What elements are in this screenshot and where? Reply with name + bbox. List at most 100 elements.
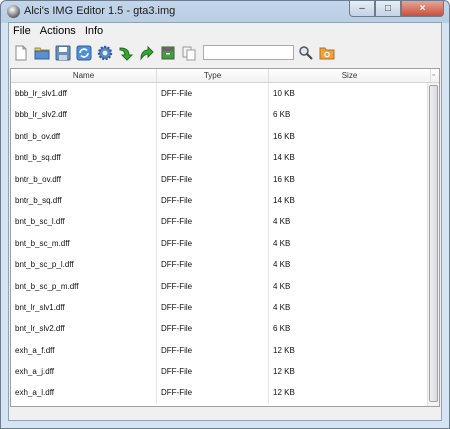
menu-info[interactable]: Info	[81, 23, 108, 40]
window-title: Alci's IMG Editor 1.5 - gta3.img	[24, 5, 176, 17]
cell-size: 14 KB	[273, 195, 295, 205]
table-row[interactable]: bbb_lr_slv2.dff DFF-File 6 KB	[11, 104, 428, 126]
import-button[interactable]	[117, 44, 134, 61]
cell-type: DFF-File	[157, 318, 269, 340]
search-folder-button[interactable]	[318, 44, 335, 61]
app-window: Alci's IMG Editor 1.5 - gta3.img – □ × F…	[0, 0, 450, 429]
table-row[interactable]: bntr_b_ov.dff DFF-File 16 KB	[11, 168, 428, 190]
cell-type: DFF-File	[157, 211, 269, 233]
menu-bar: File Actions Info	[9, 23, 441, 40]
cell-size: 12 KB	[273, 367, 295, 377]
cell-type: DFF-File	[157, 189, 269, 212]
cell-name: bnt_b_sc_l.dff	[11, 211, 157, 233]
menu-file[interactable]: File	[9, 23, 36, 40]
window-controls: – □ ×	[349, 1, 444, 18]
cell-size: 4 KB	[273, 238, 291, 248]
magnifier-icon	[298, 45, 313, 60]
table-row[interactable]: bntr_b_sq.dff DFF-File 14 KB	[11, 189, 428, 212]
search-button[interactable]	[297, 44, 314, 61]
gear-icon	[97, 45, 112, 60]
cell-name: bntr_b_ov.dff	[11, 168, 157, 190]
menu-actions[interactable]: Actions	[36, 23, 81, 40]
maximize-button[interactable]: □	[375, 1, 401, 17]
export-button[interactable]	[138, 44, 155, 61]
table-row[interactable]: bnt_b_sc_m.dff DFF-File 4 KB	[11, 232, 428, 255]
cell-type: DFF-File	[157, 125, 269, 148]
status-bar	[9, 409, 441, 420]
cell-type: DFF-File	[157, 382, 269, 404]
cell-size: 16 KB	[273, 174, 295, 184]
new-file-icon	[15, 45, 26, 60]
vertical-scrollbar[interactable]	[427, 83, 439, 406]
cell-name: bbb_lr_slv2.dff	[11, 104, 157, 126]
title-bar[interactable]: Alci's IMG Editor 1.5 - gta3.img – □ ×	[1, 1, 449, 22]
cell-size: 4 KB	[273, 281, 291, 291]
archive-icon	[161, 46, 174, 59]
table-row[interactable]: bnt_lr_slv1.dff DFF-File 4 KB	[11, 296, 428, 319]
refresh-icon	[76, 45, 91, 60]
save-button[interactable]	[54, 44, 71, 61]
cell-type: DFF-File	[157, 168, 269, 190]
cell-name: bntl_b_ov.dff	[11, 125, 157, 148]
cell-name: bntl_b_sq.dff	[11, 147, 157, 169]
cell-size: 4 KB	[273, 217, 291, 227]
cell-size: 4 KB	[273, 302, 291, 312]
cell-name: exh_a_l.dff	[11, 382, 157, 404]
refresh-button[interactable]	[75, 44, 92, 61]
open-folder-button[interactable]	[33, 44, 50, 61]
orange-folder-icon	[319, 47, 334, 59]
cell-type: DFF-File	[157, 147, 269, 169]
cell-size: 6 KB	[273, 324, 291, 334]
table-header: Name Type Size ▫	[11, 69, 439, 83]
client-area: File Actions Info Name Type Size ▫ bbb_l…	[8, 22, 442, 421]
cell-size: 10 KB	[273, 89, 295, 98]
cell-type: DFF-File	[157, 275, 269, 297]
cell-name: bnt_lr_slv1.dff	[11, 296, 157, 319]
green-arrow-down-icon	[119, 46, 133, 61]
scrollbar-thumb[interactable]	[429, 85, 438, 402]
cell-size: 12 KB	[273, 388, 295, 398]
table-row[interactable]: bbb_lr_slv1.dff DFF-File 10 KB	[11, 83, 428, 105]
copy-icon	[182, 46, 195, 60]
cell-type: DFF-File	[157, 254, 269, 276]
search-input[interactable]	[203, 45, 294, 60]
table-row[interactable]: bnt_b_sc_p_l.dff DFF-File 4 KB	[11, 254, 428, 276]
cell-size: 12 KB	[273, 345, 295, 355]
table-row[interactable]: bntl_b_ov.dff DFF-File 16 KB	[11, 125, 428, 148]
cell-name: exh_a_j.dff	[11, 361, 157, 383]
table-body: bbb_lr_slv1.dff DFF-File 10 KB bbb_lr_slv2…	[11, 83, 428, 406]
cell-type: DFF-File	[157, 104, 269, 126]
save-icon	[55, 45, 70, 60]
column-header-type[interactable]: Type	[157, 69, 269, 82]
column-header-size[interactable]: Size	[269, 69, 431, 82]
table-row[interactable]: exh_a_l.dff DFF-File 12 KB	[11, 382, 428, 404]
app-icon	[7, 5, 20, 18]
table-row[interactable]: exh_a_f.dff DFF-File 12 KB	[11, 339, 428, 362]
cell-size: 16 KB	[273, 131, 295, 141]
copy-button[interactable]	[180, 44, 197, 61]
cell-type: DFF-File	[157, 232, 269, 255]
table-row[interactable]: bnt_lr_slv2.dff DFF-File 6 KB	[11, 318, 428, 340]
column-header-name[interactable]: Name	[11, 69, 157, 82]
cell-type: DFF-File	[157, 361, 269, 383]
cell-size: 6 KB	[273, 110, 291, 120]
green-arrow-up-icon	[139, 45, 154, 61]
cell-name: bntr_b_sq.dff	[11, 189, 157, 212]
file-list[interactable]: Name Type Size ▫ bbb_lr_slv1.dff DFF-File…	[10, 68, 440, 407]
cell-type: DFF-File	[157, 83, 269, 105]
toolbar	[9, 40, 441, 65]
minimize-button[interactable]: –	[349, 1, 375, 17]
cell-name: bnt_b_sc_m.dff	[11, 232, 157, 255]
close-button[interactable]: ×	[401, 1, 444, 17]
column-chooser-icon[interactable]: ▫	[428, 69, 439, 82]
table-row[interactable]: bnt_b_sc_l.dff DFF-File 4 KB	[11, 211, 428, 233]
table-row[interactable]: bntl_b_sq.dff DFF-File 14 KB	[11, 147, 428, 169]
table-row[interactable]: exh_a_j.dff DFF-File 12 KB	[11, 361, 428, 383]
settings-button[interactable]	[96, 44, 113, 61]
table-row[interactable]: bnt_b_sc_p_m.dff DFF-File 4 KB	[11, 275, 428, 297]
cell-name: bbb_lr_slv1.dff	[11, 83, 157, 105]
archive-button[interactable]	[159, 44, 176, 61]
new-file-button[interactable]	[12, 44, 29, 61]
cell-name: bnt_b_sc_p_l.dff	[11, 254, 157, 276]
cell-name: exh_a_f.dff	[11, 339, 157, 362]
